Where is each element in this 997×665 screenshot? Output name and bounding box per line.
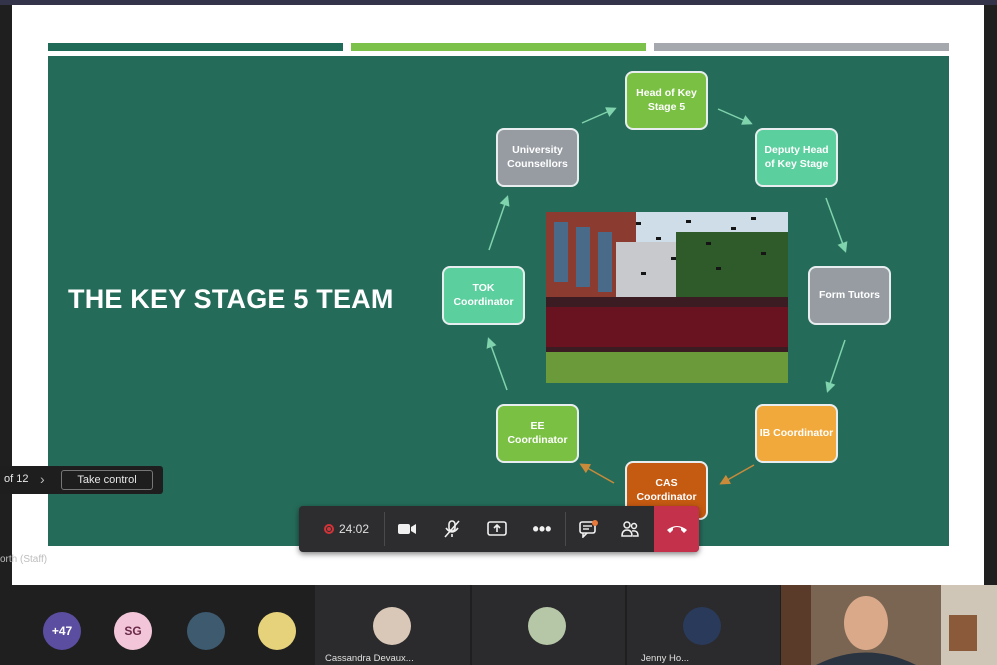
presenter-controls: of 12 › Take control <box>0 466 163 494</box>
node-form-tutors: Form Tutors <box>808 266 891 325</box>
participant-avatar-minion[interactable] <box>258 612 296 650</box>
more-button[interactable]: ••• <box>526 506 558 552</box>
hang-up-button[interactable] <box>654 506 699 552</box>
node-university-counsellors: University Counsellors <box>496 128 579 187</box>
take-control-button[interactable]: Take control <box>61 470 153 490</box>
participant-avatar-sg[interactable]: SG <box>114 612 152 650</box>
graduation-photo <box>546 212 788 383</box>
avatar <box>528 607 566 645</box>
node-ib-coordinator: IB Coordinator <box>755 404 838 463</box>
participant-tile-2[interactable] <box>472 585 625 665</box>
toolbar-separator <box>565 512 566 546</box>
share-screen-icon <box>487 521 507 536</box>
more-icon: ••• <box>532 518 552 539</box>
presenter-name: orth (Staff) <box>0 554 48 565</box>
hang-up-icon <box>666 526 687 533</box>
mic-off-icon <box>444 520 460 538</box>
node-tok-coordinator: TOK Coordinator <box>442 266 525 325</box>
call-toolbar: 24:02 ••• <box>299 506 699 552</box>
toolbar-separator <box>384 512 385 546</box>
participant-avatar-landscape[interactable] <box>187 612 225 650</box>
page-count: of 12 <box>4 473 29 485</box>
call-timer: 24:02 <box>338 522 370 536</box>
participant-tile-3[interactable]: Jenny Ho... <box>627 585 780 665</box>
participant-tile-1[interactable]: Cassandra Devaux... <box>315 585 470 665</box>
camera-icon <box>398 524 416 534</box>
self-video-tile[interactable] <box>781 585 997 665</box>
participants-icon <box>621 521 639 537</box>
avatar <box>683 607 721 645</box>
camera-button[interactable] <box>391 506 423 552</box>
share-screen-button[interactable] <box>481 506 513 552</box>
mic-button[interactable] <box>436 506 468 552</box>
participant-name: Cassandra Devaux... <box>325 653 414 664</box>
person-video <box>781 585 997 665</box>
participant-name: Jenny Ho... <box>641 653 690 664</box>
overflow-participants-button[interactable]: +47 <box>43 612 81 650</box>
node-head-of-key-stage-5: Head of Key Stage 5 <box>625 71 708 130</box>
chat-icon <box>579 520 598 538</box>
record-icon <box>324 524 334 534</box>
cycle-arrows <box>486 107 848 485</box>
node-ee-coordinator: EE Coordinator <box>496 404 579 463</box>
chat-button[interactable] <box>572 506 604 552</box>
avatar <box>373 607 411 645</box>
next-slide-icon[interactable]: › <box>40 471 45 487</box>
participants-button[interactable] <box>614 506 646 552</box>
node-deputy-head: Deputy Head of Key Stage <box>755 128 838 187</box>
